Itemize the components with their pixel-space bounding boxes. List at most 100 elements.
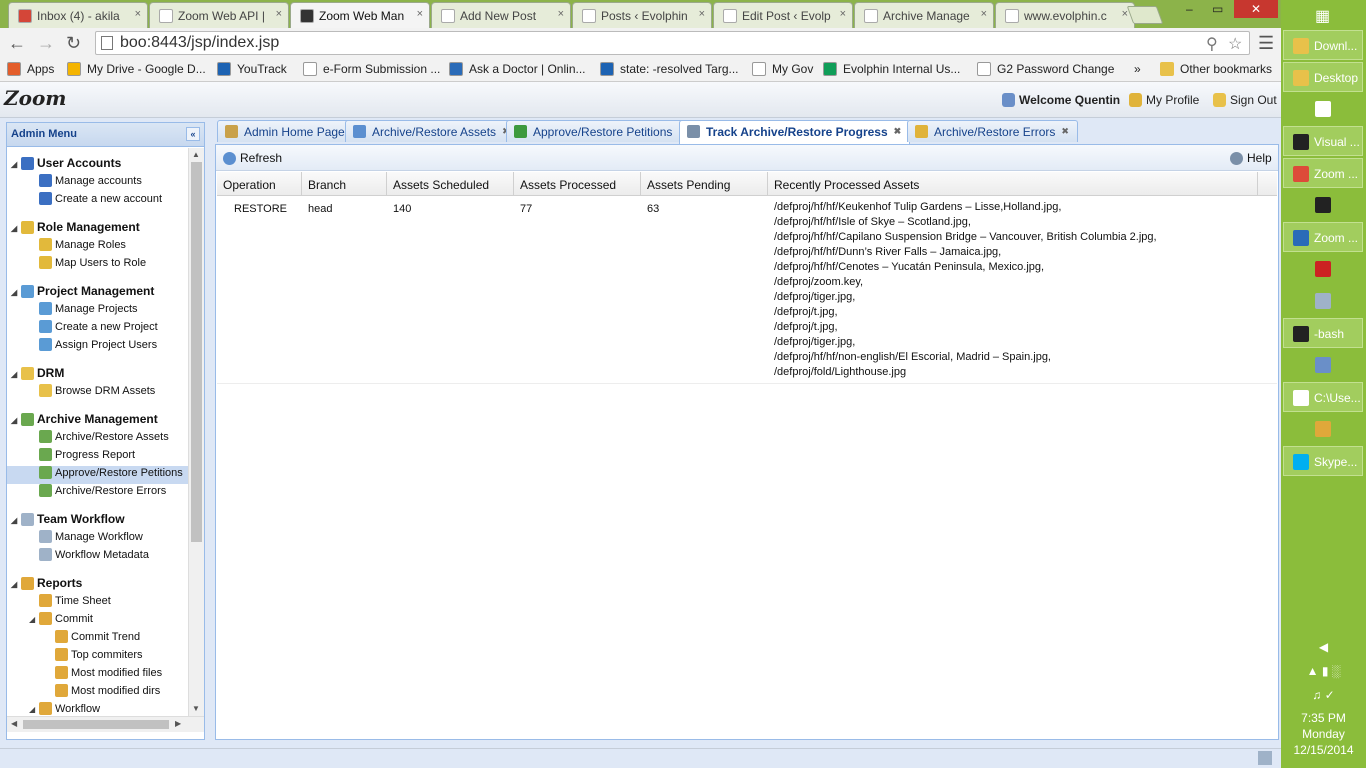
taskbar-pinned-app-icon[interactable] — [1315, 421, 1331, 437]
tree-item-approve-restore-petitions[interactable]: Approve/Restore Petitions — [7, 466, 188, 484]
scroll-thumb[interactable] — [191, 162, 202, 542]
browser-tab[interactable]: Inbox (4) - akila × — [8, 2, 148, 28]
column-header-branch[interactable]: Branch — [302, 172, 387, 196]
browser-tab[interactable]: Zoom Web API | × — [149, 2, 289, 28]
close-tab-icon[interactable]: × — [276, 8, 282, 20]
column-header-operation[interactable]: Operation — [217, 172, 302, 196]
tree-item-progress-report[interactable]: Progress Report — [39, 448, 135, 466]
other-bookmarks-folder[interactable]: Other bookmarks — [1160, 62, 1272, 76]
scroll-down-arrow-icon[interactable]: ▼ — [192, 704, 200, 713]
tree-group-team-workflow[interactable]: ◢ Team Workflow — [11, 512, 125, 530]
taskbar-item[interactable]: Visual ... — [1283, 126, 1363, 156]
taskbar-item[interactable]: Zoom ... — [1283, 222, 1363, 252]
content-tab-admin-home-page[interactable]: Admin Home Page — [217, 120, 354, 142]
forward-arrow-icon[interactable]: → — [37, 33, 55, 54]
browser-tab[interactable]: Archive Manage × — [854, 2, 994, 28]
key-icon[interactable]: ⚲ — [1206, 34, 1218, 54]
tree-group-reports[interactable]: ◢ Reports — [11, 576, 82, 594]
tree-group-user-accounts[interactable]: ◢ User Accounts — [11, 156, 121, 174]
expand-triangle-icon[interactable]: ◢ — [11, 416, 21, 425]
taskbar-item[interactable]: Downl... — [1283, 30, 1363, 60]
bookmark-youtrack[interactable]: YouTrack — [217, 62, 287, 76]
column-header-recently-processed-assets[interactable]: Recently Processed Assets — [768, 172, 1258, 196]
windows-start-icon[interactable]: ▦ — [1315, 6, 1330, 26]
content-tab-archive-restore-assets[interactable]: Archive/Restore Assets✖ — [345, 120, 519, 142]
scroll-up-arrow-icon[interactable]: ▲ — [192, 150, 200, 159]
new-tab-button[interactable] — [1126, 6, 1164, 24]
tree-group-role-management[interactable]: ◢ Role Management — [11, 220, 140, 238]
tree-item-commit[interactable]: ◢ Commit — [29, 612, 93, 630]
taskbar-pinned-app-icon[interactable] — [1315, 261, 1331, 277]
scroll-left-arrow-icon[interactable]: ◀ — [11, 719, 17, 728]
tree-item-commit-trend[interactable]: Commit Trend — [55, 630, 140, 648]
bookmark-state-resolved-targ[interactable]: state: -resolved Targ... — [600, 62, 739, 76]
close-tab-icon[interactable]: × — [417, 8, 423, 20]
browser-tab[interactable]: Posts ‹ Evolphin × — [572, 2, 712, 28]
bookmark-g2-password-change[interactable]: G2 Password Change — [977, 62, 1114, 76]
tree-item-manage-roles[interactable]: Manage Roles — [39, 238, 126, 256]
taskbar-item[interactable]: C:\Use... — [1283, 382, 1363, 412]
maximize-icon[interactable]: ▭ — [1212, 2, 1223, 16]
browser-tab[interactable]: www.evolphin.c × — [995, 2, 1135, 28]
tree-item-most-modified-files[interactable]: Most modified files — [55, 666, 162, 684]
expand-triangle-icon[interactable]: ◢ — [29, 705, 39, 714]
sidebar-vertical-scrollbar[interactable]: ▲ ▼ — [188, 148, 204, 716]
expand-triangle-icon[interactable]: ◢ — [11, 288, 21, 297]
clock-date[interactable]: 12/15/2014 — [1281, 743, 1366, 757]
tree-item-archive-restore-assets[interactable]: Archive/Restore Assets — [39, 430, 169, 448]
close-tab-icon[interactable]: × — [840, 8, 846, 20]
expand-triangle-icon[interactable]: ◢ — [11, 224, 21, 233]
tree-item-map-users-to-role[interactable]: Map Users to Role — [39, 256, 146, 274]
table-row[interactable]: RESTORE head 140 77 63/defproj/hf/hf/Keukenh… — [217, 196, 1277, 384]
bookmark-my-gov[interactable]: My Gov — [752, 62, 813, 76]
chrome-menu-icon[interactable]: ☰ — [1258, 33, 1274, 54]
tree-group-archive-management[interactable]: ◢ Archive Management — [11, 412, 158, 430]
collapse-sidebar-button[interactable]: « — [186, 127, 200, 141]
volume-icon[interactable]: ♫ ✓ — [1281, 688, 1366, 702]
tree-group-project-management[interactable]: ◢ Project Management — [11, 284, 154, 302]
bookmark-e-form-submission[interactable]: e-Form Submission ... — [303, 62, 440, 76]
tree-item-browse-drm-assets[interactable]: Browse DRM Assets — [39, 384, 155, 402]
taskbar-pinned-app-icon[interactable] — [1315, 293, 1331, 309]
close-tab-icon[interactable]: × — [1122, 8, 1128, 20]
close-tab-icon[interactable]: ✖ — [894, 126, 902, 136]
expand-triangle-icon[interactable]: ◢ — [11, 580, 21, 589]
tree-item-create-a-new-project[interactable]: Create a new Project — [39, 320, 158, 338]
tree-item-workflow-metadata[interactable]: Workflow Metadata — [39, 548, 149, 566]
close-tab-icon[interactable]: × — [558, 8, 564, 20]
close-tab-icon[interactable]: × — [135, 8, 141, 20]
content-tab-track-archive-restore-progress[interactable]: Track Archive/Restore Progress ✖ — [679, 120, 911, 144]
taskbar-pinned-app-icon[interactable] — [1315, 357, 1331, 373]
content-tab-approve-restore-petitions[interactable]: Approve/Restore Petitions✖ — [506, 120, 695, 142]
tree-item-manage-projects[interactable]: Manage Projects — [39, 302, 138, 320]
expand-triangle-icon[interactable]: ◢ — [11, 370, 21, 379]
close-tab-icon[interactable]: × — [981, 8, 987, 20]
close-tab-icon[interactable]: × — [699, 8, 705, 20]
minimize-icon[interactable]: – — [1186, 2, 1193, 16]
zoom-logo[interactable]: Zoom — [4, 86, 66, 110]
tree-item-most-modified-dirs[interactable]: Most modified dirs — [55, 684, 160, 702]
tree-item-archive-restore-errors[interactable]: Archive/Restore Errors — [39, 484, 166, 502]
taskbar-item[interactable]: Skype... — [1283, 446, 1363, 476]
tree-item-assign-project-users[interactable]: Assign Project Users — [39, 338, 157, 356]
taskbar-pinned-app-icon[interactable] — [1315, 101, 1331, 117]
show-hidden-icons-icon[interactable]: ◀ — [1281, 640, 1366, 654]
close-tab-icon[interactable]: ✖ — [1061, 126, 1069, 136]
sign-out-link[interactable]: Sign Out — [1213, 93, 1277, 107]
taskbar-pinned-app-icon[interactable] — [1315, 197, 1331, 213]
tree-item-create-a-new-account[interactable]: Create a new account — [39, 192, 162, 210]
clock-day[interactable]: Monday — [1281, 727, 1366, 741]
help-button[interactable]: Help — [1230, 151, 1272, 165]
taskbar-item[interactable]: Desktop — [1283, 62, 1363, 92]
bookmark-evolphin-internal-us[interactable]: Evolphin Internal Us... — [823, 62, 960, 76]
browser-tab[interactable]: Zoom Web Man × — [290, 2, 430, 28]
tree-group-drm[interactable]: ◢ DRM — [11, 366, 64, 384]
clock-time[interactable]: 7:35 PM — [1281, 711, 1366, 725]
bookmark-apps[interactable]: Apps — [7, 62, 54, 76]
bookmark-my-drive-google-d[interactable]: My Drive - Google D... — [67, 62, 206, 76]
bookmark-ask-a-doctor-onlin[interactable]: Ask a Doctor | Onlin... — [449, 62, 586, 76]
scroll-thumb[interactable] — [23, 720, 169, 729]
my-profile-link[interactable]: My Profile — [1129, 93, 1199, 107]
expand-triangle-icon[interactable]: ◢ — [29, 615, 39, 624]
taskbar-item[interactable]: Zoom ... — [1283, 158, 1363, 188]
